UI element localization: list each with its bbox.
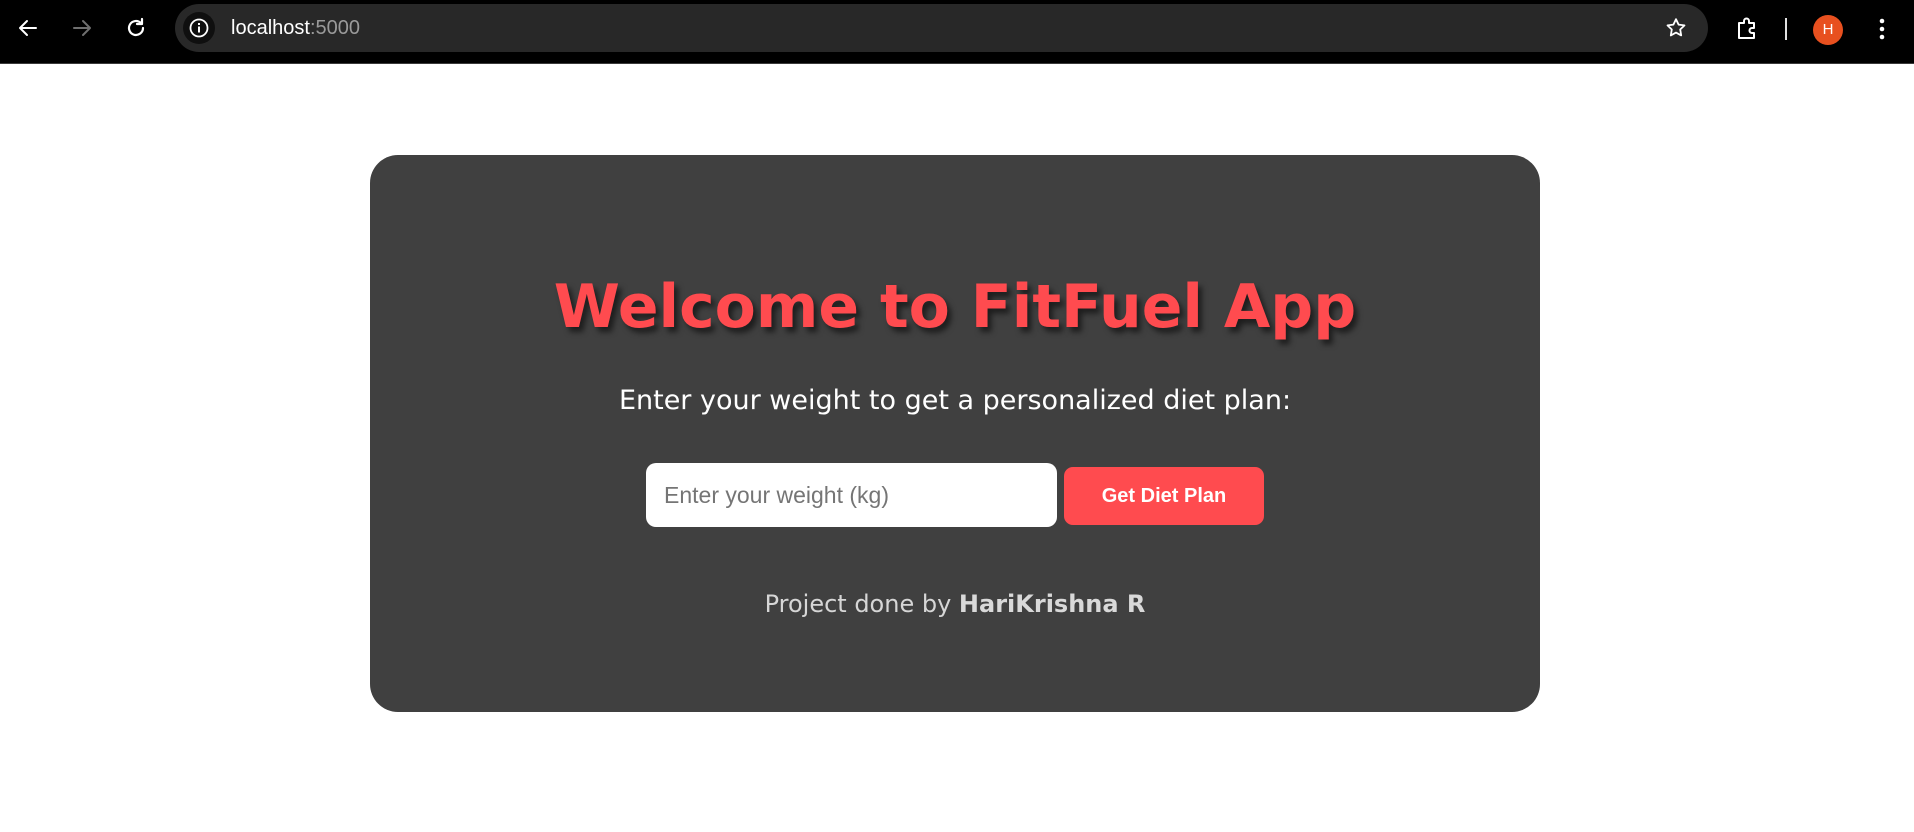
address-bar[interactable]: localhost:5000 [175, 4, 1708, 52]
url-host: localhost [231, 17, 310, 39]
arrow-left-icon [19, 20, 37, 36]
project-credit: Project done by HariKrishna R [370, 588, 1540, 620]
url-port: :5000 [309, 17, 360, 39]
page-subtitle: Enter your weight to get a personalized … [618, 385, 1292, 416]
credit-author: HariKrishna R [958, 590, 1146, 618]
site-info-button[interactable] [183, 12, 215, 44]
back-button[interactable] [10, 10, 46, 46]
get-diet-plan-button[interactable]: Get Diet Plan [1064, 467, 1264, 525]
credit-prefix: Project done by [764, 590, 959, 618]
reload-button[interactable] [118, 10, 154, 46]
page-title: Welcome to FitFuel App [553, 272, 1357, 342]
toolbar-divider [1785, 18, 1787, 40]
welcome-card: Welcome to FitFuel App Enter your weight… [370, 155, 1540, 712]
arrow-right-icon [73, 20, 91, 36]
more-vertical-icon[interactable] [1870, 14, 1894, 44]
info-icon [189, 18, 209, 38]
browser-toolbar: localhost:5000 H [0, 0, 1914, 64]
reload-icon [127, 17, 145, 37]
url-text[interactable]: localhost:5000 [231, 16, 360, 40]
star-icon[interactable] [1664, 16, 1688, 40]
forward-button[interactable] [64, 10, 100, 46]
puzzle-icon[interactable] [1733, 14, 1761, 42]
weight-input[interactable] [646, 463, 1057, 527]
profile-avatar[interactable]: H [1813, 15, 1843, 45]
